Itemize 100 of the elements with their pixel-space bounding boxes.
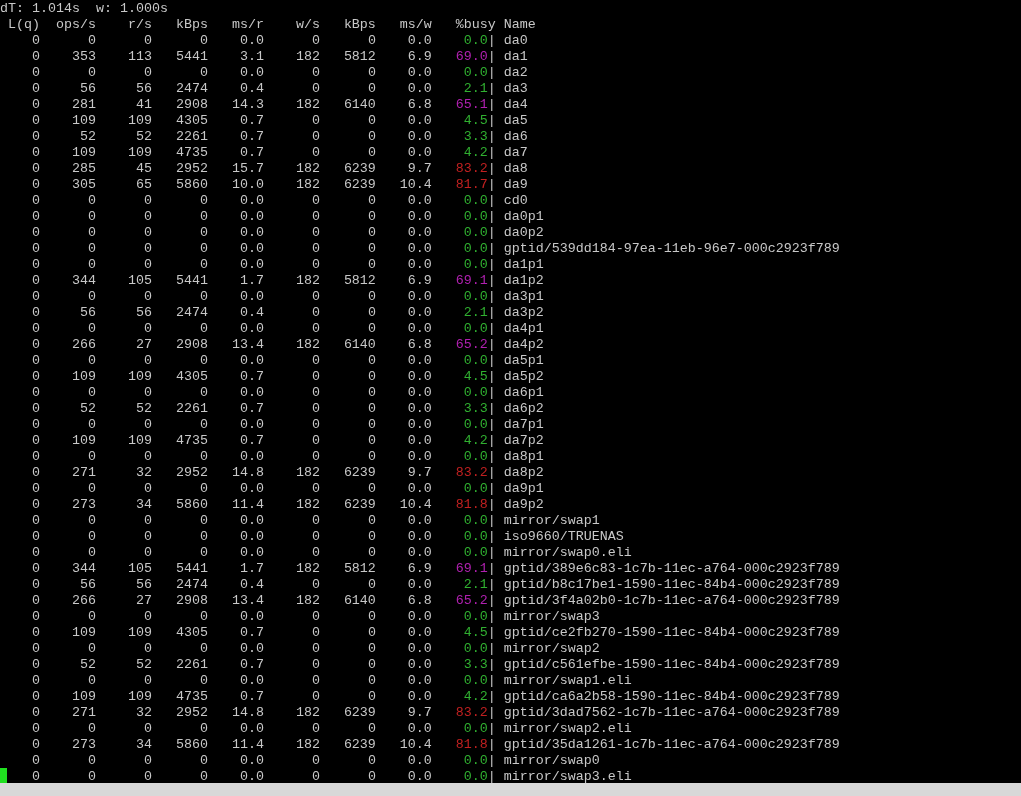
table-cell-text: 0 xyxy=(198,721,208,737)
column-header: w/s xyxy=(294,17,320,33)
table-cell-text: 0.0 xyxy=(406,689,432,705)
table-cell-text: 0 xyxy=(30,529,40,545)
separator: | xyxy=(487,193,496,209)
table-cell-text: 2952 xyxy=(174,705,208,721)
device-name: da4 xyxy=(503,97,528,113)
table-cell-text: 0 xyxy=(142,321,152,337)
busy-cell-text: 0.0 xyxy=(462,753,488,769)
table-cell-text: 0 xyxy=(86,529,96,545)
device-name: da1p1 xyxy=(503,257,544,273)
table-cell-text: 0.0 xyxy=(238,33,264,49)
busy-cell-text: 0.0 xyxy=(462,353,488,369)
device-name: mirror/swap3 xyxy=(503,609,600,625)
table-cell-text: 0.0 xyxy=(238,721,264,737)
separator: | xyxy=(487,273,496,289)
table-cell-text: 0 xyxy=(366,481,376,497)
table-cell-text: 0 xyxy=(30,113,40,129)
table-cell-text: 0.0 xyxy=(238,321,264,337)
table-cell-text: 109 xyxy=(70,369,96,385)
table-cell-text: 9.7 xyxy=(406,161,432,177)
table-cell-text: 0.0 xyxy=(406,289,432,305)
table-cell-text: 56 xyxy=(78,577,96,593)
table-cell-text: 0 xyxy=(366,257,376,273)
separator: | xyxy=(487,401,496,417)
table-cell-text: 0 xyxy=(86,641,96,657)
table-cell-text: 0 xyxy=(142,481,152,497)
table-cell-text: 0 xyxy=(142,225,152,241)
table-cell-text: 0 xyxy=(366,369,376,385)
table-cell-text: 0 xyxy=(310,753,320,769)
table-cell-text: 6239 xyxy=(342,497,376,513)
table-cell-text: 0 xyxy=(30,689,40,705)
table-cell-text: 0 xyxy=(310,193,320,209)
table-cell-text: 0 xyxy=(142,417,152,433)
table-cell-text: 0 xyxy=(142,769,152,785)
busy-cell-text: 69.0 xyxy=(454,49,488,65)
table-cell-text: 0 xyxy=(86,721,96,737)
separator: | xyxy=(487,225,496,241)
table-cell-text: 0 xyxy=(310,609,320,625)
table-cell-text: 109 xyxy=(126,689,152,705)
table-cell-text: 0.0 xyxy=(406,577,432,593)
table-cell-text: 273 xyxy=(70,737,96,753)
table-cell-text: 109 xyxy=(126,625,152,641)
table-cell-text: 0 xyxy=(86,241,96,257)
table-cell-text: 56 xyxy=(78,305,96,321)
table-cell-text: 5812 xyxy=(342,273,376,289)
table-cell-text: 6.9 xyxy=(406,49,432,65)
table-cell-text: 0 xyxy=(310,577,320,593)
table-cell-text: 2474 xyxy=(174,81,208,97)
table-cell-text: 6239 xyxy=(342,465,376,481)
device-name: mirror/swap3.eli xyxy=(503,769,632,785)
separator: | xyxy=(487,241,496,257)
table-cell-text: 0 xyxy=(30,353,40,369)
table-cell-text: 0 xyxy=(310,417,320,433)
device-name: mirror/swap2 xyxy=(503,641,600,657)
busy-cell-text: 0.0 xyxy=(462,209,488,225)
device-name: da9 xyxy=(503,177,528,193)
table-cell-text: 0.0 xyxy=(238,353,264,369)
busy-cell-text: 65.1 xyxy=(454,97,488,113)
busy-cell-text: 0.0 xyxy=(462,321,488,337)
table-cell-text: 6140 xyxy=(342,337,376,353)
table-cell-text: 41 xyxy=(134,97,152,113)
busy-cell-text: 0.0 xyxy=(462,513,488,529)
table-cell-text: 0 xyxy=(30,193,40,209)
table-cell-text: 0.0 xyxy=(238,673,264,689)
busy-cell-text: 4.2 xyxy=(462,433,488,449)
table-cell-text: 0 xyxy=(30,305,40,321)
status-text: dT: 1.014s xyxy=(0,1,80,17)
table-cell-text: 0 xyxy=(366,33,376,49)
separator: | xyxy=(487,721,496,737)
separator: | xyxy=(487,369,496,385)
table-cell-text: 182 xyxy=(294,161,320,177)
separator: | xyxy=(487,593,496,609)
table-cell-text: 0 xyxy=(30,145,40,161)
table-cell-text: 2952 xyxy=(174,465,208,481)
table-cell-text: 182 xyxy=(294,177,320,193)
busy-cell-text: 0.0 xyxy=(462,33,488,49)
table-cell-text: 11.4 xyxy=(230,737,264,753)
table-cell-text: 0 xyxy=(310,721,320,737)
separator: | xyxy=(487,321,496,337)
device-name: da8p1 xyxy=(503,449,544,465)
busy-cell-text: 83.2 xyxy=(454,465,488,481)
table-cell-text: 0 xyxy=(142,753,152,769)
table-cell-text: 0 xyxy=(198,529,208,545)
busy-cell-text: 69.1 xyxy=(454,561,488,577)
table-cell-text: 0.0 xyxy=(238,513,264,529)
table-cell-text: 52 xyxy=(134,657,152,673)
table-cell-text: 0 xyxy=(366,609,376,625)
table-cell-text: 0 xyxy=(86,417,96,433)
separator: | xyxy=(487,289,496,305)
table-cell-text: 0 xyxy=(30,673,40,689)
table-cell-text: 0.0 xyxy=(406,241,432,257)
device-name: gptid/35da1261-1c7b-11ec-a764-000c2923f789 xyxy=(503,737,840,753)
device-name: mirror/swap1 xyxy=(503,513,600,529)
table-cell-text: 0 xyxy=(30,49,40,65)
table-cell-text: 0 xyxy=(310,33,320,49)
column-header: ops/s xyxy=(54,17,96,33)
device-name: mirror/swap2.eli xyxy=(503,721,632,737)
device-name: gptid/3f4a02b0-1c7b-11ec-a764-000c2923f789 xyxy=(503,593,840,609)
table-cell-text: 0 xyxy=(30,577,40,593)
